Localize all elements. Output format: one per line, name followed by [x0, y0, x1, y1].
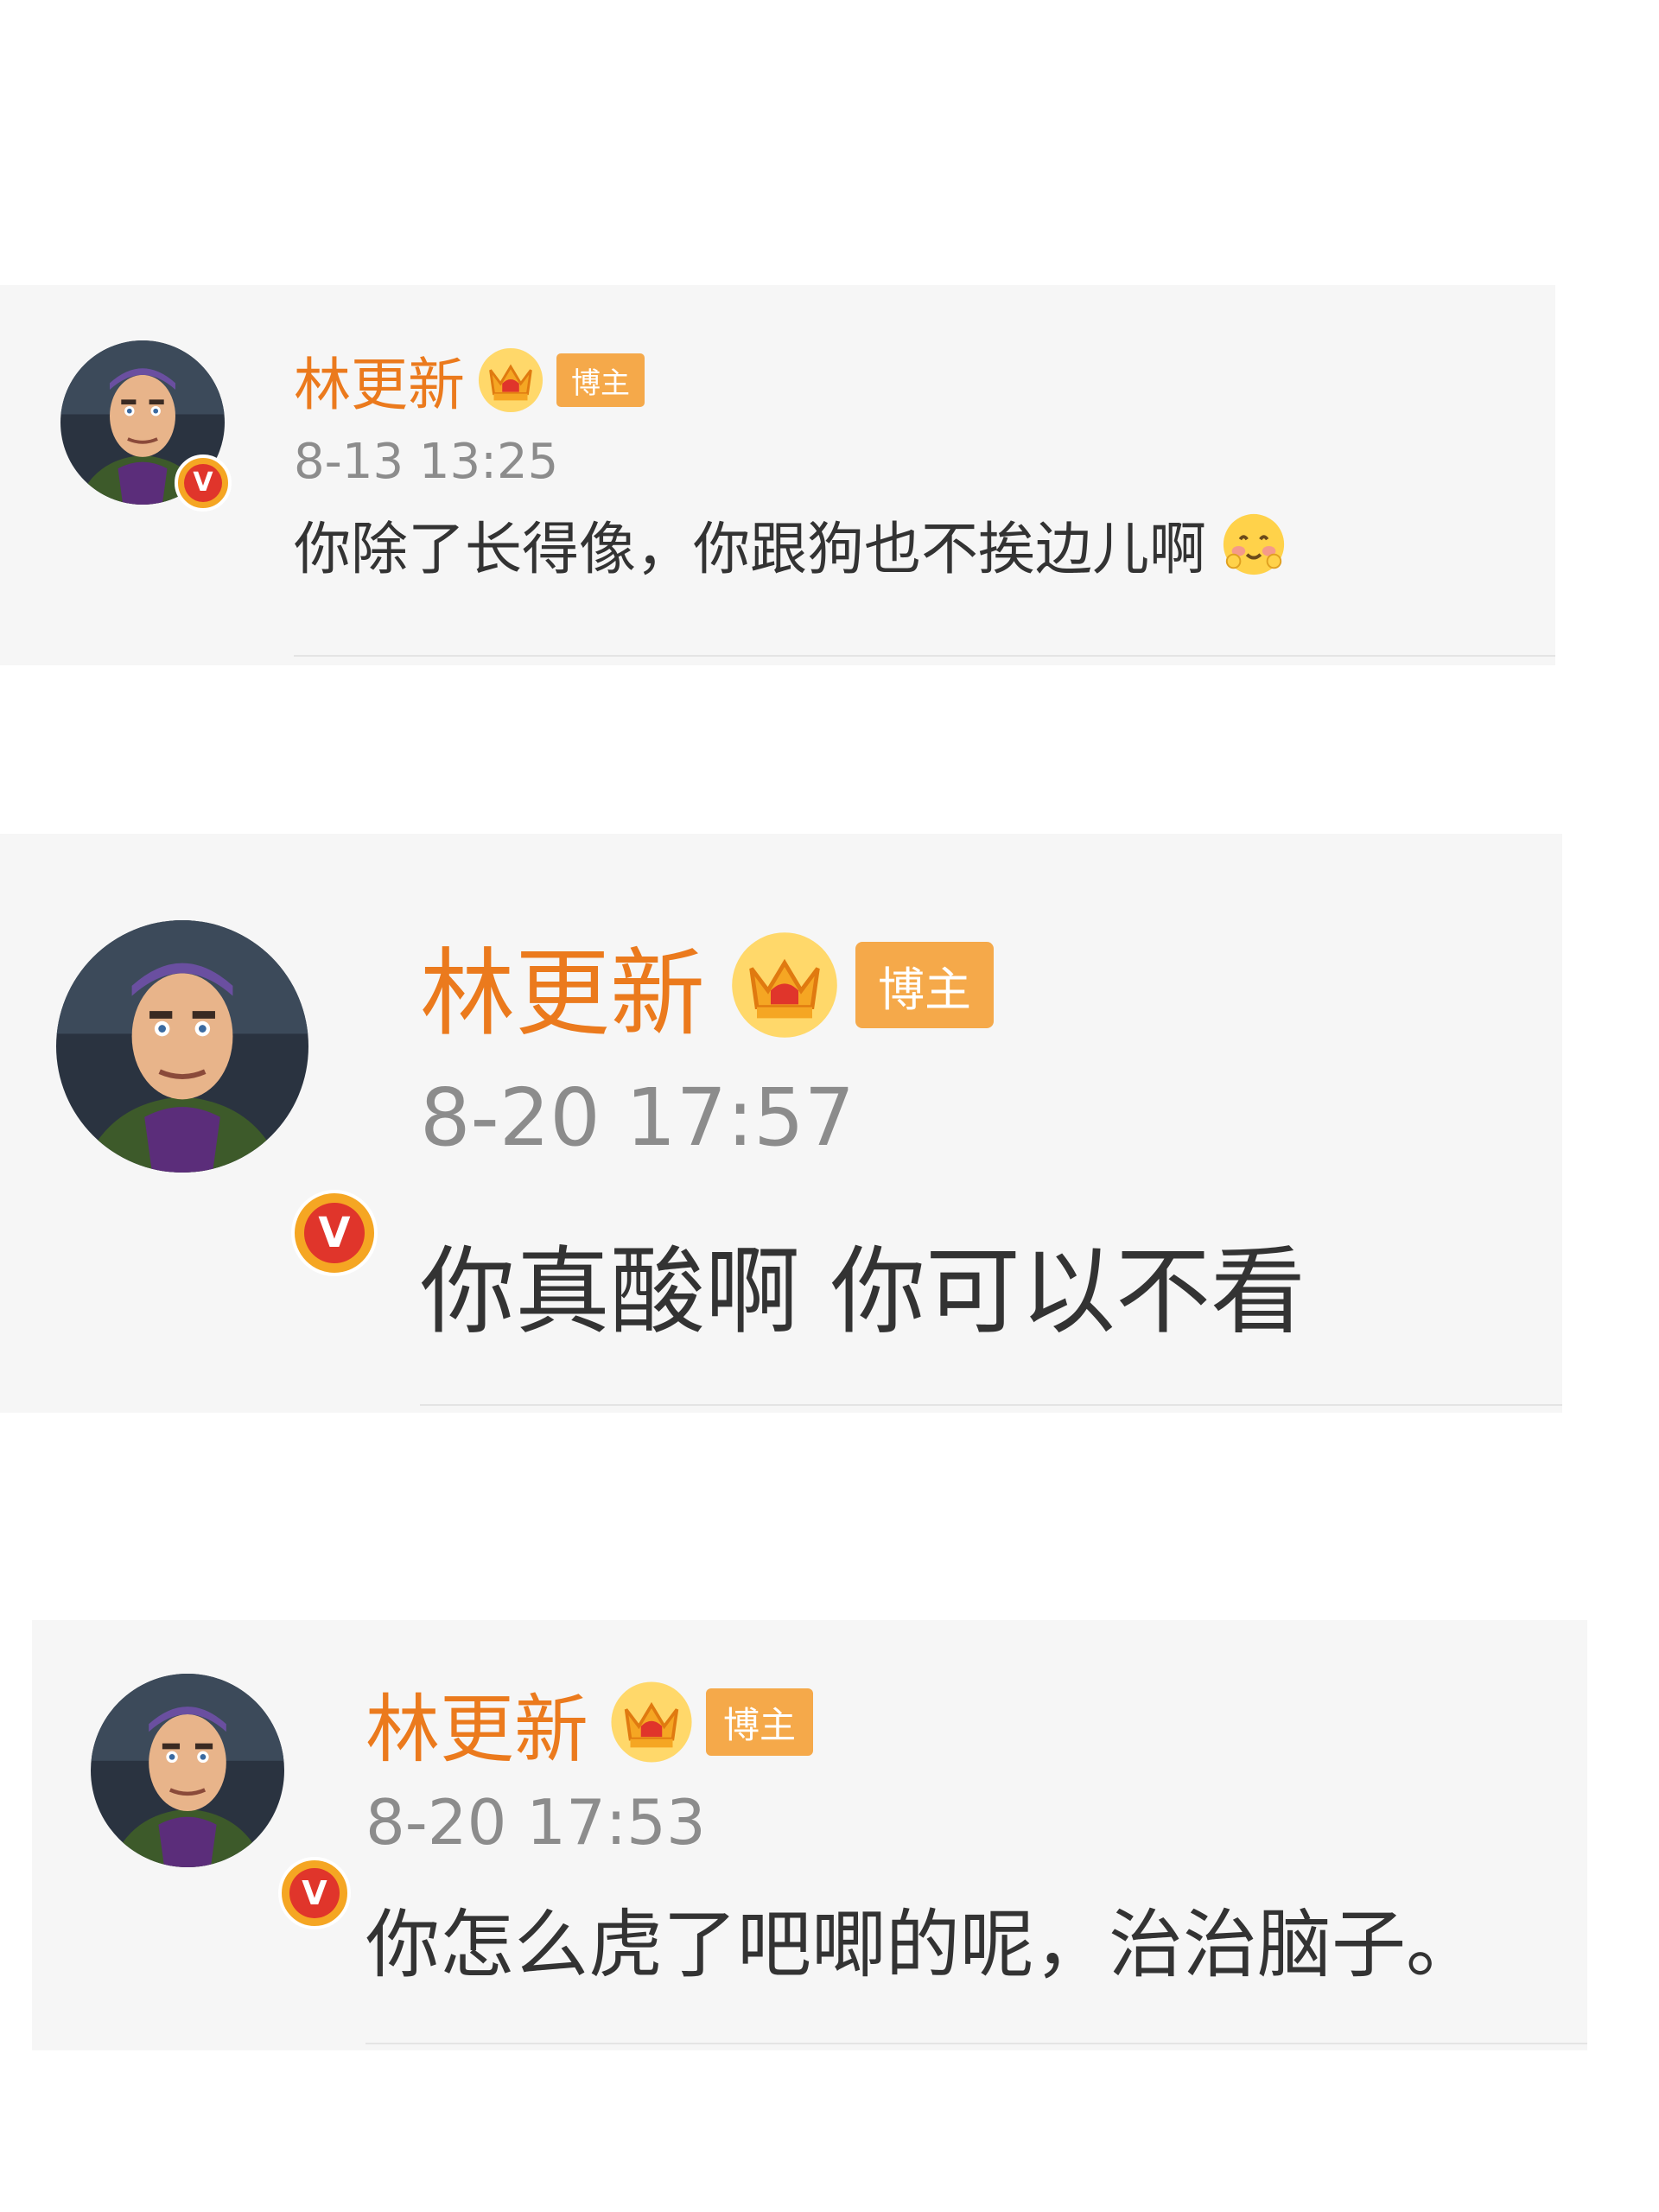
comment-header: 林更新 博主 [420, 932, 994, 1049]
timestamp: 8-13 13:25 [294, 434, 559, 490]
comment-header: 林更新 博主 [294, 346, 645, 418]
comment-card: V 林更新 博主 8-20 17:53 你怎么虎了吧唧的呢，治治脑子。 [32, 1620, 1587, 2050]
blogger-tag: 博主 [855, 942, 994, 1028]
username[interactable]: 林更新 [294, 339, 465, 422]
username[interactable]: 林更新 [420, 916, 705, 1054]
avatar-image [56, 920, 308, 1173]
comment-card: V 林更新 博主 8-13 13:25 你除了长得像，你跟狗也不挨边儿啊 [0, 285, 1555, 665]
crown-icon [611, 1681, 692, 1763]
verified-badge-icon: V [278, 1857, 351, 1929]
avatar[interactable]: V [56, 920, 378, 1276]
blushing-face-emoji [1223, 513, 1285, 575]
avatar-image [91, 1674, 284, 1867]
comment-text: 你真酸啊 你可以不看 [420, 1236, 1306, 1347]
comment-text: 你怎么虎了吧唧的呢，治治脑子。 [365, 1902, 1480, 1988]
crown-icon [732, 932, 837, 1038]
divider [294, 655, 1555, 657]
comment-text: 你除了长得像，你跟狗也不挨边儿啊 [294, 516, 1206, 582]
blogger-tag: 博主 [556, 353, 645, 407]
comment-header: 林更新 博主 [365, 1679, 813, 1773]
verified-badge-icon: V [175, 454, 232, 512]
comment-card: V 林更新 博主 8-20 17:57 你真酸啊 你可以不看 [0, 834, 1562, 1413]
verified-badge-icon: V [291, 1190, 378, 1276]
divider [420, 1404, 1562, 1406]
avatar[interactable]: V [60, 340, 232, 512]
comments-page: V 林更新 博主 8-13 13:25 你除了长得像，你跟狗也不挨边儿啊 V 林… [0, 0, 1659, 2212]
avatar[interactable]: V [91, 1674, 351, 1929]
username[interactable]: 林更新 [365, 1669, 588, 1777]
divider [365, 2043, 1587, 2044]
timestamp: 8-20 17:57 [420, 1071, 855, 1164]
blogger-tag: 博主 [706, 1688, 813, 1756]
crown-icon [478, 347, 543, 413]
timestamp: 8-20 17:53 [365, 1786, 706, 1859]
